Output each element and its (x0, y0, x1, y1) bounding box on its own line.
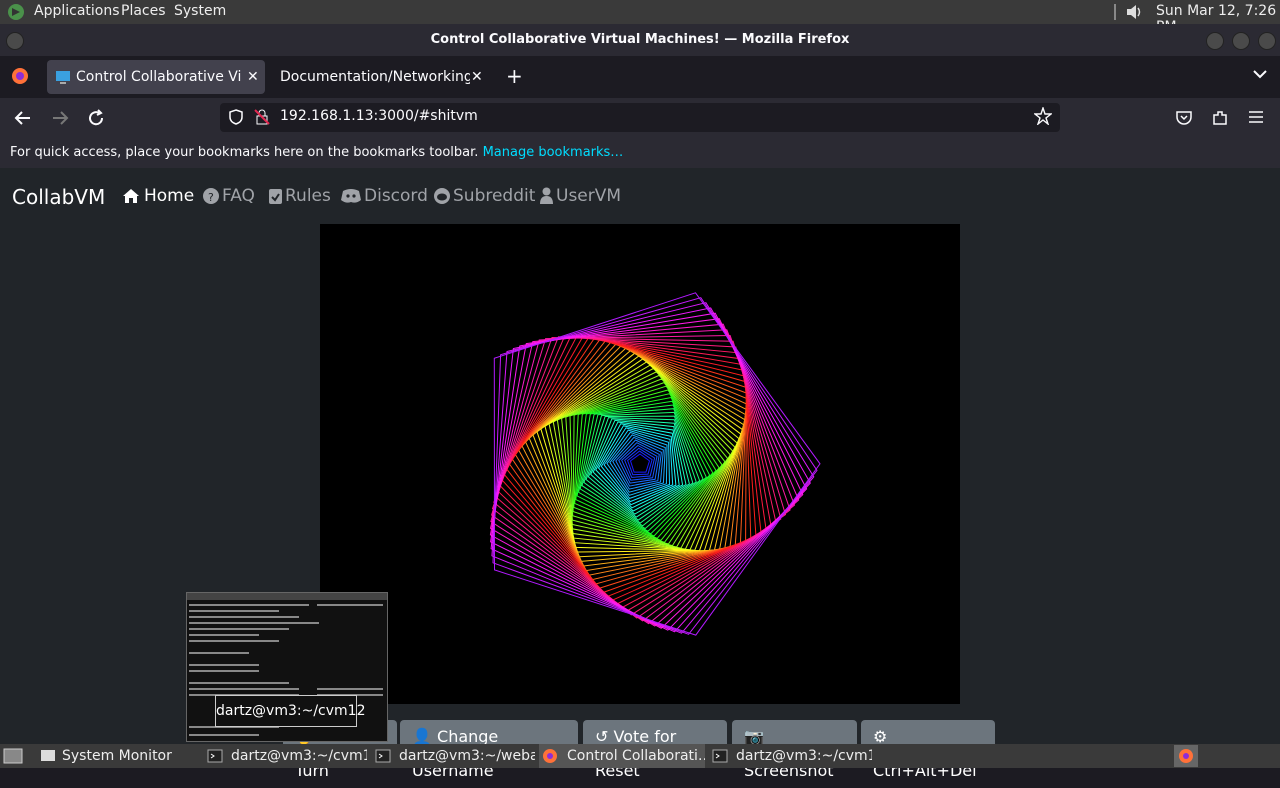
firefox-icon (1179, 749, 1193, 763)
firefox-icon (542, 748, 558, 764)
forward-icon[interactable] (51, 109, 69, 127)
task-firefox[interactable]: Control Collaborati… (539, 744, 705, 768)
url-text[interactable]: 192.168.1.13:3000/#shitvm (280, 108, 478, 124)
bookmarks-hint: For quick access, place your bookmarks h… (10, 145, 479, 160)
spiral-line (491, 302, 815, 634)
bookmarks-toolbar: For quick access, place your bookmarks h… (0, 138, 1280, 168)
window-titlebar[interactable]: Control Collaborative Virtual Machines! … (0, 24, 1280, 56)
panel-separator-icon (1112, 4, 1118, 20)
vm-spiral-graphic (489, 292, 821, 636)
tab-close-icon[interactable]: ✕ (471, 60, 483, 94)
monitor-icon (55, 69, 71, 85)
spiral-line (569, 382, 726, 545)
window-title: Control Collaborative Virtual Machines! … (430, 32, 850, 47)
svg-text:?: ? (208, 191, 214, 204)
maximize-icon[interactable] (1232, 32, 1250, 50)
system-monitor-icon (40, 748, 56, 764)
site-brand[interactable]: CollabVM (12, 185, 105, 209)
terminal-icon (712, 748, 728, 764)
task-system-monitor[interactable]: System Monitor (38, 744, 198, 768)
tab-documentation[interactable]: Documentation/Networking - C ✕ (272, 60, 490, 94)
menu-system[interactable]: System (174, 3, 226, 19)
window-menu-icon[interactable] (6, 32, 24, 50)
pocket-icon[interactable] (1175, 109, 1193, 127)
url-bar[interactable]: 192.168.1.13:3000/#shitvm (220, 103, 1060, 132)
shield-icon[interactable] (228, 109, 244, 125)
close-window-icon[interactable] (1258, 32, 1276, 50)
task-terminal-webapp[interactable]: dartz@vm3:~/weba… (373, 744, 535, 768)
nav-subreddit[interactable]: Subreddit (453, 186, 535, 206)
volume-icon[interactable] (1124, 2, 1144, 22)
gnome-foot-icon[interactable] (6, 2, 26, 22)
discord-icon (341, 188, 361, 203)
vm-display[interactable] (320, 224, 960, 704)
nav-faq[interactable]: FAQ (222, 186, 255, 206)
spiral-line (629, 453, 651, 473)
nav-uservm[interactable]: UserVM (556, 186, 621, 206)
terminal-icon (375, 748, 391, 764)
tab-label: Control Collaborative Virtua (76, 69, 241, 85)
clipboard-check-icon (269, 187, 282, 204)
nav-discord[interactable]: Discord (364, 186, 428, 206)
home-icon (122, 188, 140, 204)
preview-tooltip: dartz@vm3:~/cvm12 (215, 695, 366, 727)
nav-home[interactable]: Home (144, 186, 194, 206)
nav-rules[interactable]: Rules (285, 186, 331, 206)
list-tabs-icon[interactable] (1252, 66, 1268, 82)
manage-bookmarks-link[interactable]: Manage bookmarks… (483, 145, 624, 160)
menu-places[interactable]: Places (121, 3, 166, 19)
terminal-icon (207, 748, 223, 764)
reload-icon[interactable] (87, 109, 105, 127)
minimize-icon[interactable] (1206, 32, 1224, 50)
tab-bar: Control Collaborative Virtua ✕ Documenta… (0, 56, 1280, 98)
hamburger-menu-icon[interactable] (1248, 109, 1264, 125)
firefox-icon[interactable] (10, 66, 30, 86)
tab-close-icon[interactable]: ✕ (247, 60, 259, 94)
extensions-icon[interactable] (1211, 109, 1229, 127)
user-icon (540, 187, 553, 204)
show-desktop-icon[interactable] (3, 747, 23, 765)
task-terminal-cvm12[interactable]: dartz@vm3:~/cvm12 (205, 744, 367, 768)
task-terminal-cvm1[interactable]: dartz@vm3:~/cvm1… (710, 744, 872, 768)
question-icon: ? (203, 188, 219, 204)
back-icon[interactable] (14, 109, 32, 127)
tab-label: Documentation/Networking - C (280, 69, 470, 85)
navigation-toolbar: 192.168.1.13:3000/#shitvm (0, 98, 1280, 138)
bookmark-star-icon[interactable] (1034, 107, 1052, 125)
top-panel: Applications Places System Sun Mar 12, 7… (0, 0, 1280, 35)
menu-applications[interactable]: Applications (34, 3, 120, 19)
preview-menubar (187, 593, 387, 600)
tab-collabvm[interactable]: Control Collaborative Virtua ✕ (47, 60, 265, 94)
taskbar: System Monitor dartz@vm3:~/cvm12 dartz@v… (0, 744, 1280, 768)
new-tab-icon[interactable]: + (506, 64, 523, 88)
workspace-switcher[interactable] (1174, 745, 1198, 767)
insecure-lock-icon[interactable] (254, 109, 270, 125)
reddit-icon (434, 188, 450, 204)
